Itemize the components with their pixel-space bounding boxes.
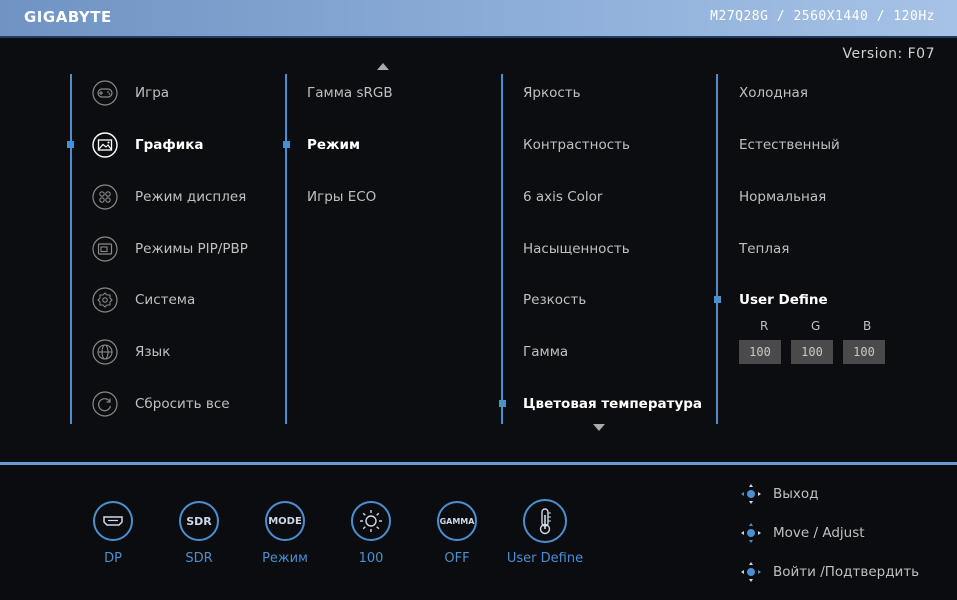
mode-icon: MODE: [268, 515, 302, 527]
option-cool[interactable]: Холодная: [739, 85, 808, 101]
input-source-indicator: [93, 501, 133, 541]
option-normal[interactable]: Нормальная: [739, 189, 826, 205]
menu-item-game[interactable]: Игра: [135, 85, 169, 101]
gamma-indicator: GAMMA: [437, 501, 477, 541]
selection-marker: [714, 296, 721, 303]
setting-contrast[interactable]: Контрастность: [523, 137, 630, 153]
picture-mode-indicator: MODE: [265, 501, 305, 541]
selection-marker: [499, 400, 506, 407]
setting-sharpness[interactable]: Резкость: [523, 292, 586, 308]
rgb-label-g: G: [811, 319, 821, 333]
menu-item-graphics[interactable]: Графика: [135, 137, 204, 153]
column-line-settings: [501, 74, 503, 424]
menu-item-language[interactable]: Язык: [135, 344, 170, 360]
menu-item-display-mode[interactable]: Режим дисплея: [135, 189, 246, 205]
thermometer-icon: [539, 508, 551, 535]
submenu-item-mode[interactable]: Режим: [307, 137, 360, 153]
gamma-label: OFF: [444, 551, 470, 566]
sdr-icon: SDR: [186, 514, 212, 528]
gamma-icon: GAMMA: [439, 516, 475, 526]
hint-enter-confirm: Войти /Подтвердить: [773, 564, 920, 580]
globe-icon: [92, 339, 118, 365]
reset-icon: [92, 391, 118, 417]
color-temperature-label: User Define: [506, 551, 584, 566]
version-label: Version: F07: [842, 46, 935, 62]
selection-marker: [283, 141, 290, 148]
hint-exit: Выход: [773, 486, 819, 502]
menu-item-pip-pbp[interactable]: Режимы PIP/PBP: [135, 241, 248, 257]
pip-icon: [92, 236, 118, 262]
rgb-value-g[interactable]: 100: [791, 340, 833, 364]
rgb-value-r[interactable]: 100: [739, 340, 781, 364]
option-user-define[interactable]: User Define: [739, 292, 828, 308]
color-temperature-indicator: [523, 499, 567, 543]
hdr-label: SDR: [185, 551, 213, 566]
display-mode-icon: [92, 184, 118, 210]
scroll-down-arrow-icon[interactable]: [593, 424, 605, 431]
picture-icon: [92, 132, 118, 158]
setting-gamma[interactable]: Гамма: [523, 344, 568, 360]
menu-item-system[interactable]: Система: [135, 292, 195, 308]
rgb-label-r: R: [760, 319, 769, 333]
submenu-item-gamma-srgb[interactable]: Гамма sRGB: [307, 85, 393, 101]
gamepad-icon: [92, 80, 118, 106]
brightness-label: 100: [358, 551, 384, 566]
menu-item-reset-all[interactable]: Сбросить все: [135, 396, 230, 412]
setting-saturation[interactable]: Насыщенность: [523, 241, 630, 257]
model-info: M27Q28G / 2560X1440 / 120Hz: [710, 9, 935, 24]
osd-menu: Version: F07 Игра Графика Режим дисплея …: [0, 38, 957, 462]
top-bar: GIGABYTE M27Q28G / 2560X1440 / 120Hz: [0, 0, 957, 38]
selection-marker: [67, 141, 74, 148]
column-line-options: [716, 74, 718, 424]
brightness-icon: [360, 510, 382, 532]
scroll-up-arrow-icon[interactable]: [377, 63, 389, 70]
input-source-label: DP: [104, 551, 122, 566]
rgb-label-b: B: [863, 319, 872, 333]
option-warm[interactable]: Теплая: [739, 241, 789, 257]
column-line-main: [70, 74, 72, 424]
joystick-left-icon: [741, 484, 761, 504]
status-bar: DP SDR SDR MODE Режим 100 GAMMA OFF User…: [0, 465, 957, 600]
option-natural[interactable]: Естественный: [739, 137, 840, 153]
joystick-move-icon: [741, 523, 761, 543]
hdr-indicator: SDR: [179, 501, 219, 541]
hint-move-adjust: Move / Adjust: [773, 525, 865, 541]
setting-6-axis-color[interactable]: 6 axis Color: [523, 189, 602, 205]
rgb-value-b[interactable]: 100: [843, 340, 885, 364]
brand-logo: GIGABYTE: [24, 8, 112, 26]
column-line-sub: [285, 74, 287, 424]
brightness-indicator: [351, 501, 391, 541]
joystick-enter-icon: [741, 562, 761, 582]
picture-mode-label: Режим: [262, 551, 308, 566]
setting-brightness[interactable]: Яркость: [523, 85, 581, 101]
hdmi-port-icon: [103, 516, 123, 526]
gear-icon: [92, 287, 118, 313]
setting-color-temperature[interactable]: Цветовая температура: [523, 396, 702, 412]
submenu-item-eco-games[interactable]: Игры ECO: [307, 189, 376, 205]
